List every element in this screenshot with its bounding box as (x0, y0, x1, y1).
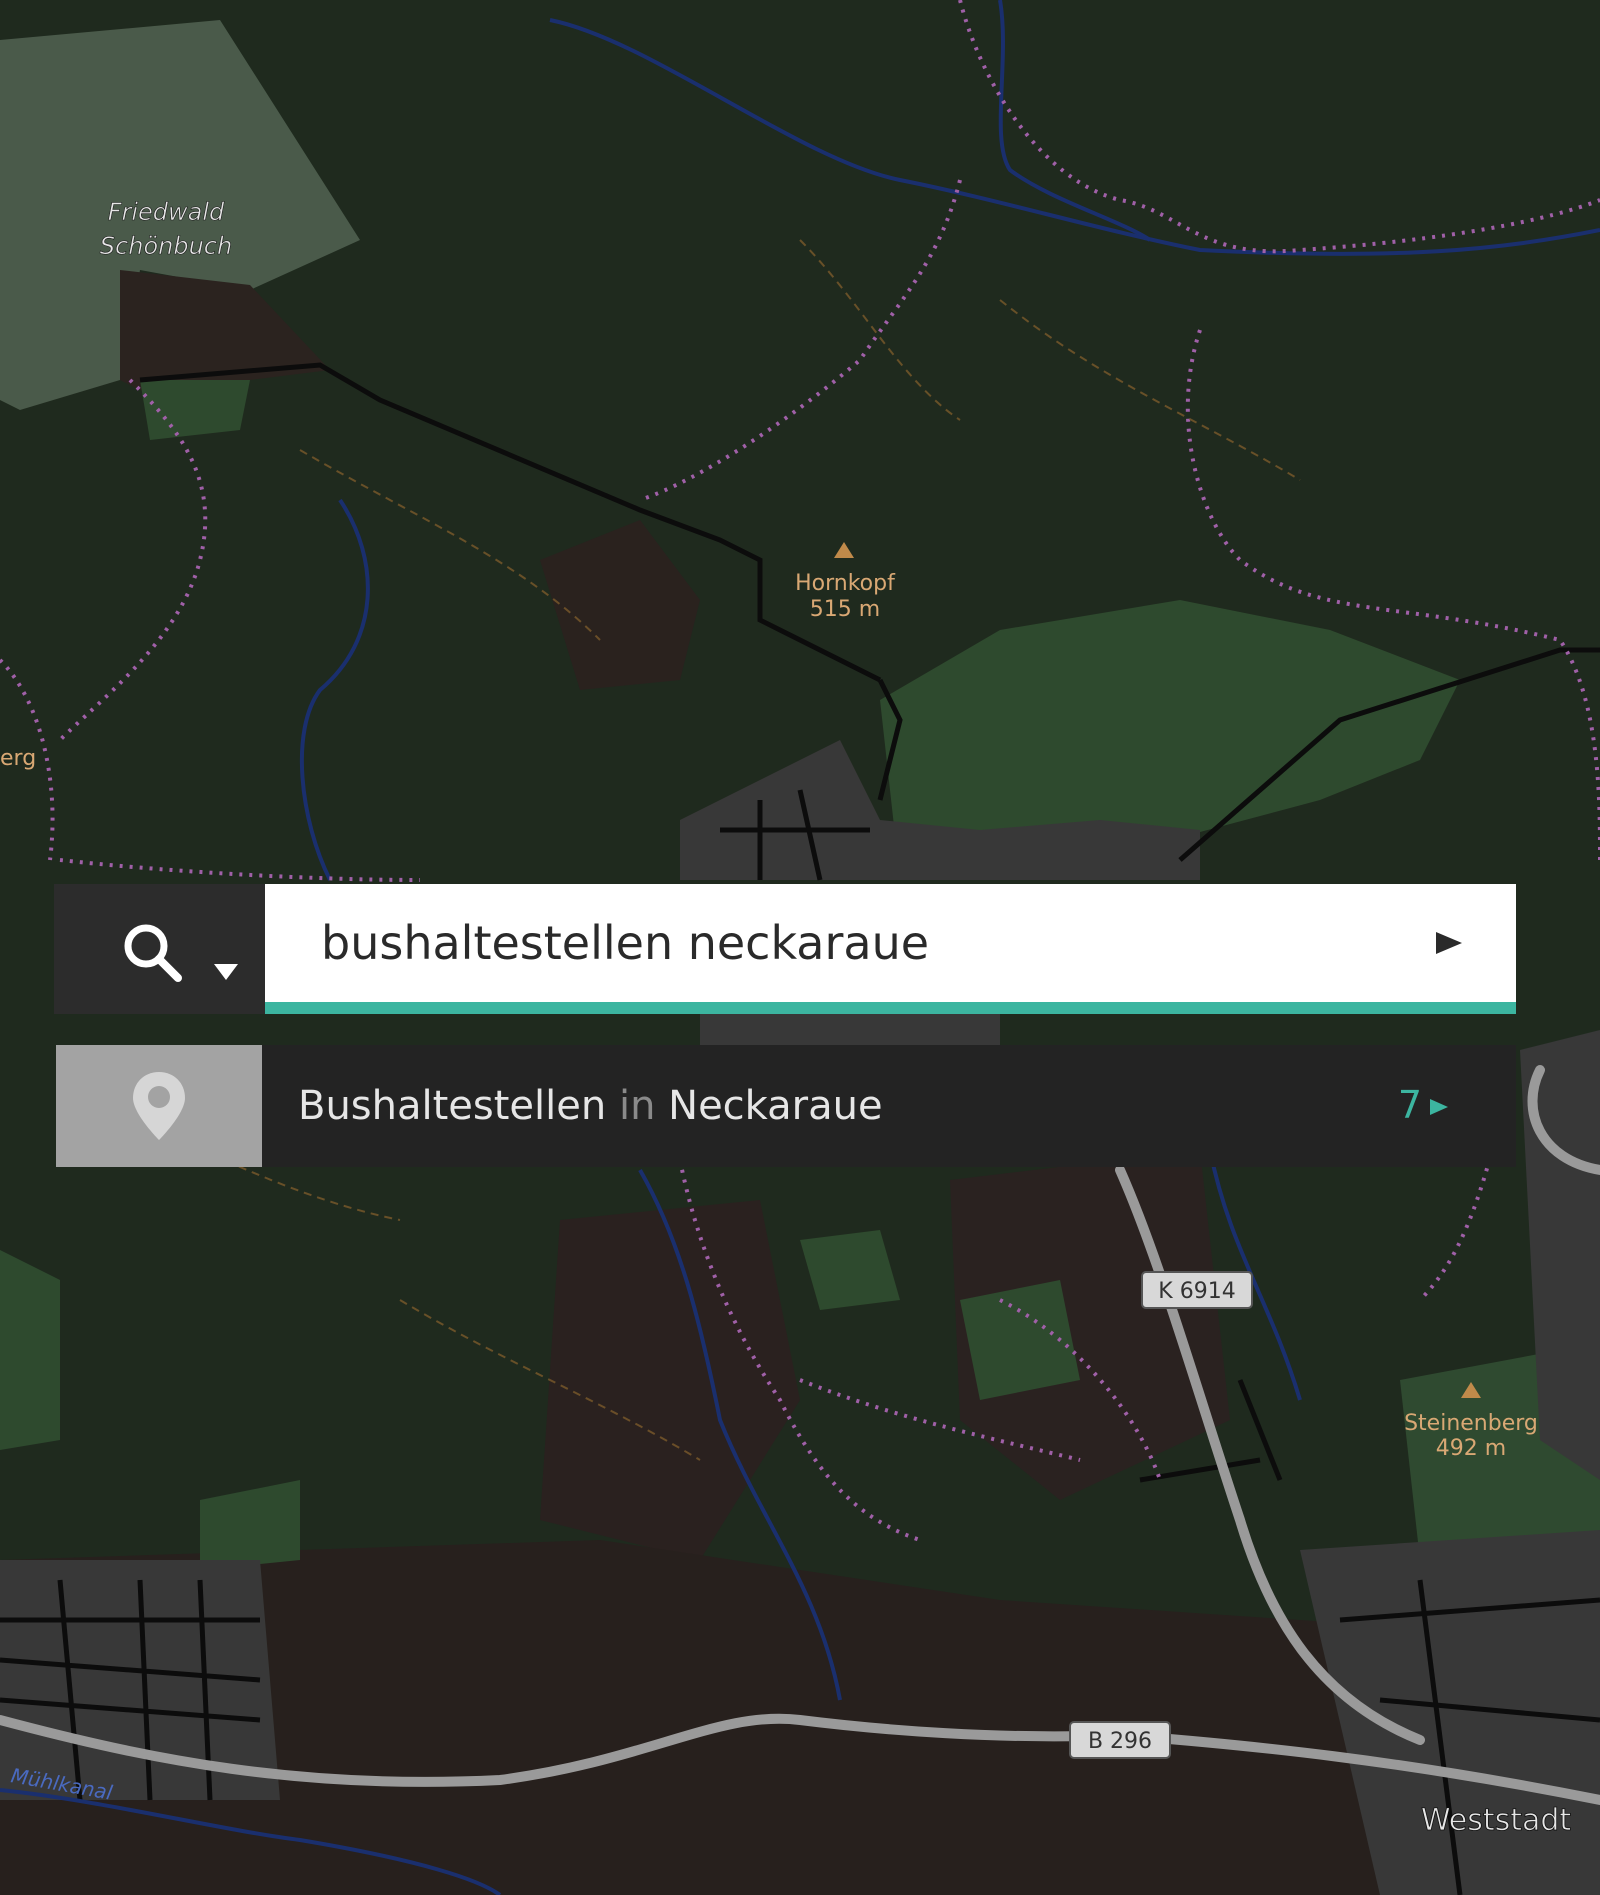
play-arrow-icon (1430, 1099, 1448, 1115)
search-suggestion[interactable]: Bushaltestellen in Neckaraue 7 (56, 1045, 1516, 1167)
peak-label-hornkopf: Hornkopf (795, 571, 896, 596)
place-label-friedwald: Friedwald (108, 198, 225, 226)
peak-elevation-hornkopf: 515 m (810, 597, 880, 622)
place-label-cutoff: erg (0, 746, 36, 771)
search-mode-button[interactable] (54, 884, 265, 1014)
map-pin-icon (133, 1072, 185, 1140)
meadow-area (0, 1250, 60, 1450)
district-label-weststadt: Weststadt (1421, 1803, 1572, 1838)
urban-area (700, 1010, 1000, 1050)
chevron-down-icon (214, 964, 238, 980)
place-label-schoenbuch: Schönbuch (100, 232, 232, 260)
peak-elevation-steinenberg: 492 m (1436, 1436, 1506, 1461)
svg-text:B 296: B 296 (1088, 1729, 1152, 1754)
suggestion-location: Neckaraue (668, 1083, 883, 1129)
svg-text:K 6914: K 6914 (1158, 1279, 1235, 1304)
meadow-area (960, 1280, 1080, 1400)
peak-label-steinenberg: Steinenberg (1404, 1411, 1538, 1436)
suggestion-term: Bushaltestellen (298, 1083, 607, 1129)
search-input[interactable] (321, 884, 1401, 1002)
search-icon (124, 924, 182, 982)
search-bar (54, 884, 1516, 1014)
search-field (265, 884, 1516, 1014)
play-arrow-icon[interactable] (1436, 928, 1462, 958)
suggestion-count: 7 (1397, 1083, 1422, 1127)
suggestion-connector: in (618, 1083, 656, 1129)
road-shield-k6914: K 6914 (1141, 1271, 1253, 1309)
road-shield-b296: B 296 (1069, 1721, 1171, 1759)
suggestion-icon-box (56, 1045, 262, 1167)
suggestion-label: Bushaltestellen in Neckaraue (298, 1083, 883, 1129)
